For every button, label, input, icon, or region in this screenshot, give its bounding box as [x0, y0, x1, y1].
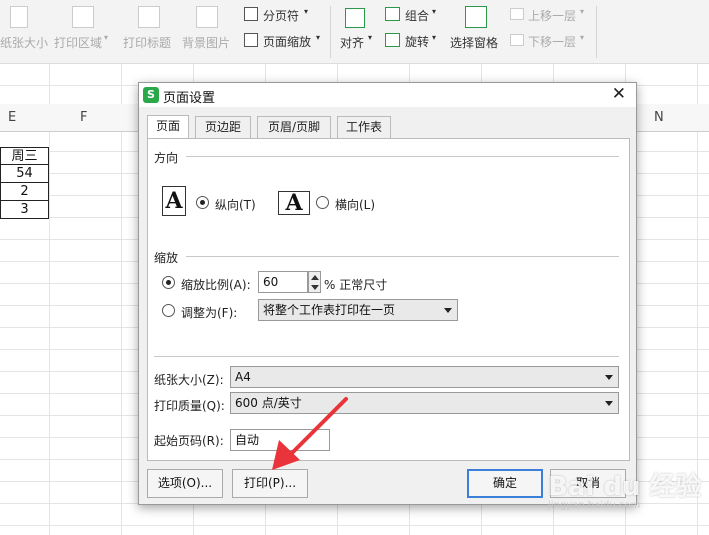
ribbon-toolbar: 纸张大小 打印区域 ▾ 打印标题 背景图片 分页符 ▾ 页面缩放 ▾ 对齐 ▾ …	[0, 0, 709, 64]
group-icon	[385, 7, 400, 21]
print-area-button[interactable]: 打印区域	[54, 34, 102, 51]
print-titles-icon	[138, 6, 160, 28]
scale-ratio-label[interactable]: 缩放比例(A):	[181, 276, 251, 293]
column-header-f[interactable]: F	[80, 110, 87, 125]
column-header-e[interactable]: E	[8, 110, 16, 125]
scale-ratio-input[interactable]: 60	[258, 271, 308, 293]
fit-to-value: 将整个工作表打印在一页	[263, 303, 396, 317]
baidu-jingyan-watermark: Bai du 经验	[548, 472, 702, 502]
send-backward-button[interactable]: 下移一层	[528, 33, 576, 50]
page-zoom-button[interactable]: 页面缩放	[263, 33, 311, 50]
portrait-label[interactable]: 纵向(T)	[215, 196, 256, 213]
fit-to-label[interactable]: 调整为(F):	[181, 304, 237, 321]
align-button[interactable]: 对齐	[340, 34, 364, 51]
page-break-icon	[244, 7, 258, 21]
tab-page[interactable]: 页面	[147, 115, 189, 139]
background-image-icon	[196, 6, 218, 28]
landscape-page-icon: A	[278, 191, 310, 215]
paper-size-value: A4	[235, 370, 251, 384]
rotate-icon	[385, 33, 400, 47]
first-page-number-input[interactable]: 自动	[230, 429, 330, 451]
dialog-titlebar[interactable]: S 页面设置 ✕	[139, 83, 636, 107]
scale-ratio-radio[interactable]	[162, 276, 175, 289]
print-quality-label: 打印质量(Q):	[154, 399, 225, 413]
wps-sheet-logo-icon: S	[143, 87, 159, 103]
bring-forward-button[interactable]: 上移一层	[528, 7, 576, 24]
section-divider	[186, 156, 619, 157]
chevron-down-icon	[605, 375, 613, 380]
print-area-dropdown[interactable]: ▾	[104, 33, 108, 42]
table-cell[interactable]: 周三	[0, 147, 49, 165]
ribbon-separator	[596, 6, 597, 58]
rotate-dropdown[interactable]: ▾	[432, 33, 436, 42]
grid-column-line	[121, 64, 122, 535]
table-cell[interactable]: 2	[0, 183, 49, 201]
section-divider	[154, 356, 619, 357]
portrait-page-icon: A	[162, 186, 186, 216]
group-button[interactable]: 组合	[405, 7, 429, 24]
scale-ratio-stepper[interactable]	[308, 271, 321, 293]
close-icon[interactable]: ✕	[612, 84, 626, 104]
portrait-radio[interactable]	[196, 196, 209, 209]
print-quality-value: 600 点/英寸	[235, 396, 302, 410]
selection-pane-icon	[465, 6, 487, 28]
options-button[interactable]: 选项(O)...	[147, 469, 223, 498]
align-dropdown[interactable]: ▾	[368, 33, 372, 42]
tab-page-panel: 方向 A 纵向(T) A 横向(L) 缩放 缩放比例(A): 60 % 正常尺寸…	[147, 138, 630, 461]
background-image-button[interactable]: 背景图片	[182, 34, 230, 51]
paper-size-icon	[10, 6, 28, 28]
align-icon	[345, 8, 365, 28]
print-quality-select[interactable]: 600 点/英寸	[230, 392, 619, 414]
scale-section-label: 缩放	[154, 251, 179, 265]
rotate-button[interactable]: 旋转	[405, 33, 429, 50]
tab-sheet[interactable]: 工作表	[337, 116, 391, 138]
page-zoom-icon	[244, 33, 258, 47]
print-button[interactable]: 打印(P)...	[232, 469, 308, 498]
chevron-down-icon	[605, 401, 613, 406]
ribbon-separator	[330, 6, 331, 58]
chevron-down-icon	[444, 308, 452, 313]
group-dropdown[interactable]: ▾	[432, 7, 436, 16]
send-backward-dropdown[interactable]: ▾	[580, 33, 584, 42]
tab-header-footer[interactable]: 页眉/页脚	[257, 116, 331, 138]
table-cell[interactable]: 54	[0, 165, 49, 183]
print-area-icon	[72, 6, 94, 28]
print-titles-button[interactable]: 打印标题	[123, 34, 171, 51]
section-divider	[186, 256, 619, 257]
landscape-label[interactable]: 横向(L)	[335, 196, 375, 213]
column-header-n[interactable]: N	[654, 110, 664, 125]
selection-pane-button[interactable]: 选择窗格	[450, 34, 498, 51]
bring-forward-dropdown[interactable]: ▾	[580, 7, 584, 16]
page-zoom-dropdown[interactable]: ▾	[316, 33, 320, 42]
page-break-button[interactable]: 分页符	[263, 7, 299, 24]
scale-unit-label: % 正常尺寸	[324, 278, 388, 292]
ok-button[interactable]: 确定	[467, 469, 543, 498]
grid-column-line	[49, 64, 50, 535]
page-setup-dialog: S 页面设置 ✕ 页面 页边距 页眉/页脚 工作表 方向 A 纵向(T) A 横…	[138, 82, 637, 505]
orientation-section-label: 方向	[154, 151, 179, 165]
dialog-title: 页面设置	[163, 91, 216, 106]
page-break-dropdown[interactable]: ▾	[304, 7, 308, 16]
fit-to-radio[interactable]	[162, 304, 175, 317]
paper-size-select[interactable]: A4	[230, 366, 619, 388]
bring-forward-icon	[510, 8, 524, 20]
table-cell[interactable]: 3	[0, 201, 49, 219]
fit-to-select[interactable]: 将整个工作表打印在一页	[258, 299, 458, 321]
paper-size-button[interactable]: 纸张大小	[0, 34, 48, 51]
landscape-radio[interactable]	[316, 196, 329, 209]
send-backward-icon	[510, 34, 524, 46]
first-page-number-label: 起始页码(R):	[154, 434, 224, 448]
grid-column-line	[697, 64, 698, 535]
watermark-url: jingyan.baidu.com	[548, 500, 641, 511]
tab-margins[interactable]: 页边距	[195, 116, 251, 138]
paper-size-label: 纸张大小(Z):	[154, 373, 224, 387]
